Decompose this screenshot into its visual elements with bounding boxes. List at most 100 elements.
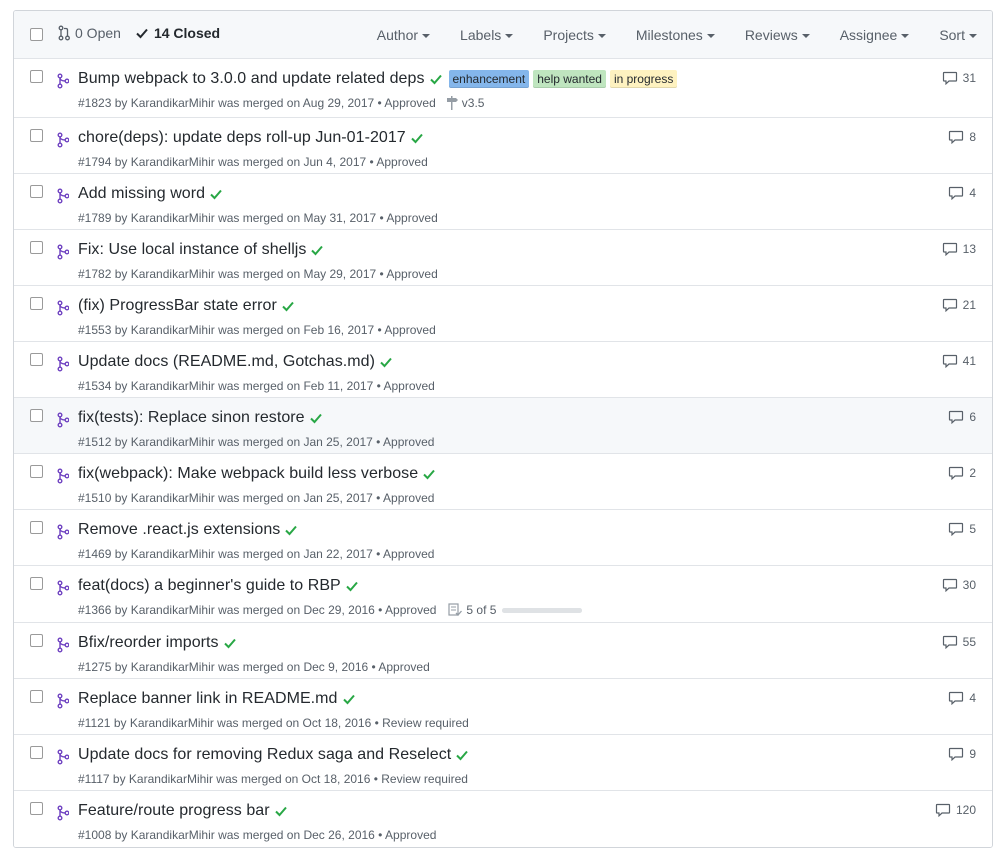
comment-count[interactable]: 4	[948, 186, 976, 200]
label-badge[interactable]: help wanted	[533, 70, 606, 88]
pr-row[interactable]: Bump webpack to 3.0.0 and update related…	[14, 59, 992, 118]
row-checkbox[interactable]	[30, 577, 43, 590]
caret-down-icon	[801, 34, 810, 38]
pr-title-link[interactable]: feat(docs) a beginner's guide to RBP	[78, 577, 341, 595]
pr-row[interactable]: Remove .react.js extensions #1469 by Kar…	[14, 510, 992, 566]
row-checkbox[interactable]	[30, 353, 43, 366]
pr-title-link[interactable]: fix(webpack): Make webpack build less ve…	[78, 465, 418, 483]
merged-pr-icon-wrap	[57, 468, 70, 489]
check-icon[interactable]	[429, 72, 443, 86]
caret-down-icon	[597, 34, 606, 38]
row-checkbox[interactable]	[30, 297, 43, 310]
pr-title-link[interactable]: Feature/route progress bar	[78, 802, 270, 820]
pr-title-link[interactable]: Update docs (README.md, Gotchas.md)	[78, 353, 375, 371]
row-checkbox[interactable]	[30, 690, 43, 703]
pull-request-list: 0 Open 14 Closed Author Labels Projects …	[13, 10, 993, 848]
row-checkbox[interactable]	[30, 634, 43, 647]
merged-icon	[57, 132, 70, 148]
pr-title-link[interactable]: chore(deps): update deps roll-up Jun-01-…	[78, 129, 406, 147]
open-filter[interactable]: 0 Open	[58, 25, 121, 41]
row-checkbox[interactable]	[30, 802, 43, 815]
labels-filter[interactable]: Labels	[445, 27, 528, 43]
check-icon[interactable]	[281, 299, 295, 313]
pr-title-link[interactable]: Fix: Use local instance of shelljs	[78, 241, 306, 259]
row-checkbox[interactable]	[30, 241, 43, 254]
pr-row[interactable]: fix(webpack): Make webpack build less ve…	[14, 454, 992, 510]
comment-count[interactable]: 9	[948, 747, 976, 761]
comment-count[interactable]: 120	[935, 803, 976, 817]
title-line: Replace banner link in README.md	[78, 690, 356, 708]
merged-pr-icon-wrap	[57, 749, 70, 770]
comment-count[interactable]: 13	[942, 242, 976, 256]
pr-title-link[interactable]: (fix) ProgressBar state error	[78, 297, 277, 315]
row-checkbox[interactable]	[30, 465, 43, 478]
comment-count[interactable]: 21	[942, 298, 976, 312]
check-icon[interactable]	[455, 748, 469, 762]
pr-row[interactable]: Feature/route progress bar #1008 by Kara…	[14, 791, 992, 847]
merged-icon	[57, 244, 70, 260]
row-checkbox[interactable]	[30, 521, 43, 534]
row-checkbox[interactable]	[30, 185, 43, 198]
pr-row[interactable]: Update docs for removing Redux saga and …	[14, 735, 992, 791]
pr-title-link[interactable]: Update docs for removing Redux saga and …	[78, 746, 451, 764]
row-checkbox[interactable]	[30, 129, 43, 142]
task-progress: 5 of 5	[448, 603, 583, 617]
projects-filter[interactable]: Projects	[528, 27, 621, 43]
check-icon[interactable]	[223, 636, 237, 650]
pr-row[interactable]: chore(deps): update deps roll-up Jun-01-…	[14, 118, 992, 174]
pr-title-link[interactable]: Bfix/reorder imports	[78, 634, 219, 652]
check-icon[interactable]	[345, 579, 359, 593]
pr-row[interactable]: Replace banner link in README.md #1121 b…	[14, 679, 992, 735]
closed-filter[interactable]: 14 Closed	[135, 25, 220, 41]
pr-meta: #1366 by KarandikarMihir was merged on D…	[78, 603, 583, 617]
check-icon[interactable]	[209, 187, 223, 201]
pr-row[interactable]: Fix: Use local instance of shelljs #1782…	[14, 230, 992, 286]
milestones-filter[interactable]: Milestones	[621, 27, 730, 43]
comment-count[interactable]: 6	[948, 410, 976, 424]
milestone[interactable]: v3.5	[446, 96, 484, 110]
pr-title-link[interactable]: Replace banner link in README.md	[78, 690, 338, 708]
caret-down-icon	[901, 34, 910, 38]
row-checkbox[interactable]	[30, 409, 43, 422]
pr-meta: #1534 by KarandikarMihir was merged on F…	[78, 379, 435, 393]
row-checkbox[interactable]	[30, 746, 43, 759]
task-progress-fill	[502, 607, 583, 613]
pr-row[interactable]: feat(docs) a beginner's guide to RBP #13…	[14, 566, 992, 623]
comment-count[interactable]: 41	[942, 354, 976, 368]
check-icon[interactable]	[309, 411, 323, 425]
check-icon[interactable]	[379, 355, 393, 369]
comment-count[interactable]: 31	[942, 71, 976, 85]
check-icon[interactable]	[274, 804, 288, 818]
check-icon[interactable]	[422, 467, 436, 481]
label-badge[interactable]: enhancement	[448, 70, 530, 88]
comment-count[interactable]: 30	[942, 578, 976, 592]
comment-icon	[942, 298, 957, 312]
comment-count[interactable]: 8	[948, 130, 976, 144]
pr-title-link[interactable]: Add missing word	[78, 185, 205, 203]
check-icon[interactable]	[342, 692, 356, 706]
merged-pr-icon-wrap	[57, 188, 70, 209]
row-checkbox[interactable]	[30, 70, 43, 83]
pr-title-link[interactable]: Bump webpack to 3.0.0 and update related…	[78, 70, 425, 88]
pr-title-link[interactable]: Remove .react.js extensions	[78, 521, 280, 539]
label-badge[interactable]: in progress	[609, 70, 678, 88]
comment-count[interactable]: 4	[948, 691, 976, 705]
pr-row[interactable]: (fix) ProgressBar state error #1553 by K…	[14, 286, 992, 342]
select-all-checkbox[interactable]	[30, 28, 43, 41]
pr-row[interactable]: fix(tests): Replace sinon restore #1512 …	[14, 398, 992, 454]
pr-row[interactable]: Add missing word #1789 by KarandikarMihi…	[14, 174, 992, 230]
check-icon[interactable]	[284, 523, 298, 537]
comment-count[interactable]: 2	[948, 466, 976, 480]
reviews-filter[interactable]: Reviews	[730, 27, 825, 43]
comment-count[interactable]: 5	[948, 522, 976, 536]
pr-title-link[interactable]: fix(tests): Replace sinon restore	[78, 409, 305, 427]
author-filter[interactable]: Author	[362, 27, 445, 43]
pr-row[interactable]: Update docs (README.md, Gotchas.md) #153…	[14, 342, 992, 398]
sort-filter[interactable]: Sort	[924, 27, 992, 43]
check-icon[interactable]	[310, 243, 324, 257]
pr-row[interactable]: Bfix/reorder imports #1275 by Karandikar…	[14, 623, 992, 679]
title-line: Bfix/reorder imports	[78, 634, 237, 652]
comment-count[interactable]: 55	[942, 635, 976, 649]
assignee-filter[interactable]: Assignee	[825, 27, 925, 43]
check-icon[interactable]	[410, 131, 424, 145]
